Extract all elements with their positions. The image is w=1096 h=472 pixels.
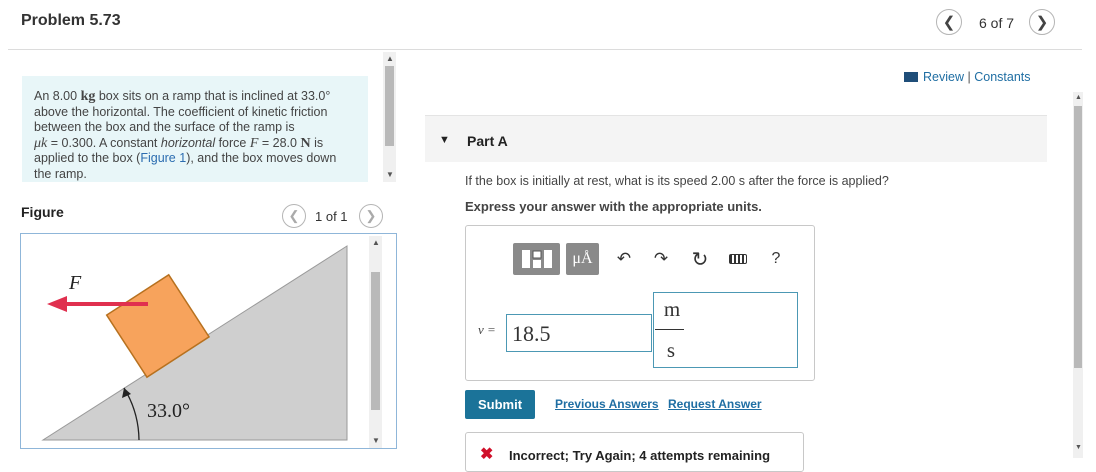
scroll-down-icon[interactable]: ▼ bbox=[386, 170, 394, 179]
page-title: Problem 5.73 bbox=[21, 12, 121, 29]
mu-symbol: μk bbox=[34, 135, 48, 151]
problem-text: the ramp. bbox=[34, 166, 87, 181]
collapse-triangle-icon[interactable]: ▼ bbox=[439, 134, 450, 146]
chevron-right-icon: ❯ bbox=[365, 208, 377, 223]
scroll-up-icon[interactable]: ▲ bbox=[1075, 94, 1082, 101]
book-icon bbox=[904, 72, 918, 82]
angle-label: 33.0° bbox=[147, 400, 190, 422]
answer-instruction: Express your answer with the appropriate… bbox=[465, 199, 762, 214]
review-link[interactable]: Review bbox=[923, 70, 964, 84]
chevron-right-icon: ❯ bbox=[1035, 14, 1049, 31]
problem-text: An 8.00 bbox=[34, 89, 81, 103]
review-constants-links: Review | Constants bbox=[904, 70, 1031, 84]
problem-text: between the box and the surface of the r… bbox=[34, 120, 295, 134]
problem-text: force bbox=[215, 135, 250, 150]
feedback-message: Incorrect; Try Again; 4 attempts remaini… bbox=[509, 448, 771, 463]
submit-button[interactable]: Submit bbox=[465, 390, 535, 419]
header-divider bbox=[8, 49, 1082, 50]
answer-value-input[interactable]: 18.5 bbox=[506, 314, 652, 352]
units-button[interactable]: μÅ bbox=[566, 243, 599, 275]
force-arrowhead bbox=[47, 296, 67, 312]
force-unit: N bbox=[300, 135, 311, 151]
redo-icon[interactable]: ↷ bbox=[651, 249, 671, 269]
templates-icon bbox=[521, 250, 552, 268]
previous-problem-button[interactable]: ❮ bbox=[936, 9, 962, 35]
unit-numerator[interactable]: m bbox=[660, 297, 684, 322]
problem-text: above the horizontal. The coefficient of… bbox=[34, 104, 328, 119]
question-text: If the box is initially at rest, what is… bbox=[465, 174, 889, 188]
reset-icon[interactable]: ↻ bbox=[690, 249, 710, 271]
previous-answers-link[interactable]: Previous Answers bbox=[555, 397, 659, 411]
ramp-figure: F 33.0° bbox=[41, 245, 348, 441]
keyboard-icon[interactable] bbox=[728, 249, 748, 269]
chevron-left-icon: ❮ bbox=[942, 14, 956, 31]
chevron-left-icon: ❮ bbox=[288, 208, 300, 223]
problem-statement: An 8.00 kg box sits on a ramp that is in… bbox=[22, 76, 368, 182]
incorrect-x-icon: ✖ bbox=[480, 446, 494, 463]
figure-prev-button[interactable]: ❮ bbox=[282, 204, 306, 228]
scroll-down-icon[interactable]: ▼ bbox=[1075, 444, 1082, 451]
figure-scrollbar-thumb[interactable] bbox=[371, 272, 380, 410]
problem-text: box sits on a ramp that is inclined at 3… bbox=[95, 89, 331, 103]
help-button[interactable]: ? bbox=[766, 249, 786, 269]
figure-pager: 1 of 1 bbox=[315, 209, 348, 224]
problem-pager: 6 of 7 bbox=[979, 15, 1015, 31]
undo-icon[interactable]: ↶ bbox=[614, 249, 634, 269]
figure-next-button[interactable]: ❯ bbox=[359, 204, 383, 228]
scroll-down-icon[interactable]: ▼ bbox=[372, 436, 380, 445]
problem-text: ), and the box moves down bbox=[186, 151, 337, 165]
problem-text: applied to the box ( bbox=[34, 151, 141, 165]
unit-denominator[interactable]: s bbox=[660, 338, 682, 363]
templates-button[interactable] bbox=[513, 243, 560, 275]
problem-text: is bbox=[310, 135, 324, 150]
part-label: Part A bbox=[467, 133, 508, 149]
figure-heading: Figure bbox=[21, 204, 64, 220]
figure-link[interactable]: Figure 1 bbox=[140, 151, 186, 165]
unit-fraction-bar bbox=[655, 329, 684, 330]
horizontal-word: horizontal bbox=[160, 135, 216, 150]
scroll-up-icon[interactable]: ▲ bbox=[386, 54, 394, 63]
page-scrollbar-thumb[interactable] bbox=[1074, 106, 1082, 368]
scroll-up-icon[interactable]: ▲ bbox=[372, 238, 380, 247]
mass-unit: kg bbox=[80, 89, 96, 104]
request-answer-link[interactable]: Request Answer bbox=[668, 397, 762, 411]
force-label: F bbox=[68, 272, 82, 294]
figure-frame: F 33.0° bbox=[20, 233, 397, 449]
problem-scrollbar-thumb[interactable] bbox=[385, 66, 394, 146]
constants-link[interactable]: Constants bbox=[974, 70, 1030, 84]
problem-text: = 28.0 bbox=[258, 135, 301, 150]
next-problem-button[interactable]: ❯ bbox=[1029, 9, 1055, 35]
links-separator: | bbox=[967, 70, 971, 84]
problem-text: = 0.300. A constant bbox=[47, 135, 161, 150]
variable-label: v = bbox=[478, 322, 496, 337]
part-a-header[interactable] bbox=[425, 116, 1047, 162]
